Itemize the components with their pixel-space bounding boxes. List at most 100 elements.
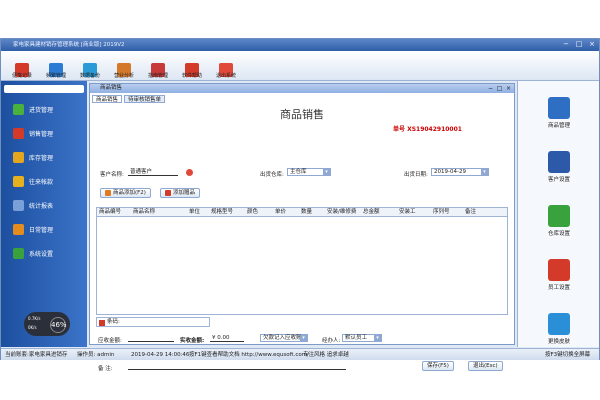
- nav-icon: [13, 127, 24, 139]
- window-title: 家电家具建材销存管理系统 [商业版] 2019V2: [13, 42, 125, 48]
- grid-header: 商品编号 商品名称 单位 规格型号 颜色 单价 数量 安装/维修费 总金额 安装工 序列号 备注: [97, 208, 507, 217]
- remark-label: 备 注:: [98, 366, 113, 372]
- restore-icon[interactable]: □: [496, 84, 503, 93]
- nav-item-1[interactable]: 销售管理: [1, 121, 87, 145]
- product-grid[interactable]: 商品编号 商品名称 单位 规格型号 颜色 单价 数量 安装/维修费 总金额 安装工 序列号 备注: [96, 207, 508, 315]
- nav-label: 往来帐款: [29, 178, 54, 186]
- form-title: 商品销售: [280, 108, 324, 121]
- shortcut-label: 员工设置: [547, 285, 570, 291]
- column-header[interactable]: 数量: [301, 208, 312, 217]
- app-window: 家电家具建材销存管理系统 [商业版] 2019V2 − □ × 便笺记录 频繁管理…: [0, 38, 600, 372]
- nav-label: 系统设置: [29, 250, 54, 258]
- nav-item-5[interactable]: 日常管理: [1, 217, 87, 241]
- network-gauge: 0.7K/s 0K/s 46%: [24, 312, 70, 336]
- document-number: 单号 XS19042910001: [393, 126, 462, 133]
- download-speed: 0K/s: [28, 325, 37, 330]
- toolbar-label: 频繁管理: [45, 73, 66, 79]
- shortcut-4[interactable]: 更换皮肤: [542, 313, 576, 345]
- save-button[interactable]: 保存(F5): [422, 361, 454, 371]
- column-header[interactable]: 安装工: [399, 208, 416, 217]
- warehouse-value: 主仓库: [290, 169, 307, 175]
- subwindow-title: 商品销售: [100, 85, 123, 91]
- title-bar: 家电家具建材销存管理系统 [商业版] 2019V2 − □ ×: [1, 39, 599, 51]
- toolbar-label: 便笺记录: [11, 73, 32, 79]
- minimize-icon[interactable]: −: [487, 84, 494, 93]
- toolbar-button-4[interactable]: 指南管理: [143, 51, 173, 81]
- customer-field[interactable]: 普通客户: [128, 169, 178, 176]
- tab-pending-review[interactable]: 待审核销售单: [124, 95, 166, 103]
- nav-label: 销售管理: [29, 130, 54, 138]
- column-header[interactable]: 安装/维修费: [327, 208, 356, 217]
- toolbar: 便笺记录 频繁管理 数据备份 营业分析 指南管理 软件帮助 退出系统: [1, 51, 599, 81]
- nav-item-0[interactable]: 进货管理: [1, 97, 87, 121]
- column-header[interactable]: 商品编号: [99, 208, 121, 217]
- column-header[interactable]: 总金额: [363, 208, 380, 217]
- shortcut-label: 仓库设置: [547, 231, 570, 237]
- paid-value[interactable]: ¥ 0.00: [210, 335, 244, 342]
- close-icon[interactable]: ×: [505, 84, 512, 93]
- gift-icon: [165, 190, 171, 196]
- date-picker[interactable]: 2019-04-29 ▾: [431, 168, 489, 176]
- toolbar-label: 退出系统: [215, 73, 236, 79]
- nav-icon: [13, 223, 24, 235]
- handler-label: 经办人:: [322, 338, 341, 344]
- warehouse-select[interactable]: 主仓库 ▾: [287, 168, 331, 176]
- column-header[interactable]: 规格型号: [211, 208, 233, 217]
- column-header[interactable]: 序列号: [433, 208, 450, 217]
- customer-lookup-icon[interactable]: [186, 169, 193, 176]
- shortcut-3[interactable]: 员工设置: [542, 259, 576, 291]
- tab-sales[interactable]: 商品销售: [92, 95, 123, 103]
- payment-value: 欠款记入应收账: [263, 335, 302, 341]
- shortcut-icon: [548, 97, 570, 119]
- nav-label: 库存管理: [29, 154, 54, 162]
- add-product-label: 商品添加(F2): [113, 189, 146, 196]
- column-header[interactable]: 备注: [465, 208, 476, 217]
- upload-speed: 0.7K/s: [28, 316, 41, 321]
- nav-icon: [13, 103, 24, 115]
- add-gift-button[interactable]: 添加赠品: [160, 188, 201, 198]
- barcode-input[interactable]: 条码:: [96, 317, 210, 327]
- toolbar-button-6[interactable]: 退出系统: [211, 51, 241, 81]
- nav-item-6[interactable]: 系统设置: [1, 241, 87, 265]
- status-fullscreen: 按F3键切换全屏幕: [545, 352, 591, 358]
- nav-item-4[interactable]: 统计报表: [1, 193, 87, 217]
- maximize-icon[interactable]: □: [574, 40, 584, 49]
- chevron-down-icon: ▾: [323, 169, 330, 175]
- status-bar: 当前账套:家电家具进销存 操作员: admin 2019-04-29 14:00…: [1, 348, 599, 360]
- exit-button[interactable]: 退出(Esc): [468, 361, 503, 371]
- left-nav: 进货管理销售管理库存管理往来帐款统计报表日常管理系统设置: [1, 81, 87, 347]
- shortcut-icon: [548, 205, 570, 227]
- status-operator: 操作员: admin: [77, 352, 115, 358]
- column-header[interactable]: 颜色: [247, 208, 258, 217]
- date-label: 出货日期:: [404, 172, 428, 178]
- toolbar-button-5[interactable]: 软件帮助: [177, 51, 207, 81]
- shortcut-label: 客户设置: [547, 177, 570, 183]
- toolbar-button-1[interactable]: 频繁管理: [41, 51, 71, 81]
- nav-item-3[interactable]: 往来帐款: [1, 169, 87, 193]
- nav-item-2[interactable]: 库存管理: [1, 145, 87, 169]
- toolbar-button-0[interactable]: 便笺记录: [7, 51, 37, 81]
- gauge-value: 46%: [50, 317, 67, 333]
- status-time: 2019-04-29 14:00:46: [131, 352, 190, 358]
- remark-field[interactable]: [128, 363, 346, 370]
- nav-label: 统计报表: [29, 202, 54, 210]
- shortcut-2[interactable]: 仓库设置: [542, 205, 576, 237]
- shortcut-0[interactable]: 商品管理: [542, 97, 576, 129]
- column-header[interactable]: 单位: [189, 208, 200, 217]
- toolbar-button-2[interactable]: 数据备份: [75, 51, 105, 81]
- minimize-icon[interactable]: −: [561, 40, 571, 49]
- column-header[interactable]: 单价: [275, 208, 286, 217]
- nav-label: 进货管理: [29, 106, 54, 114]
- chevron-down-icon: ▾: [300, 335, 307, 341]
- add-product-button[interactable]: 商品添加(F2): [100, 188, 151, 198]
- shortcut-1[interactable]: 客户设置: [542, 151, 576, 183]
- shortcut-label: 商品管理: [547, 123, 570, 129]
- payment-select[interactable]: 欠款记入应收账 ▾: [260, 334, 308, 342]
- gauge-number: 46: [51, 321, 60, 329]
- handler-select[interactable]: 默认员工 ▾: [342, 334, 382, 342]
- toolbar-button-3[interactable]: 营业分析: [109, 51, 139, 81]
- column-header[interactable]: 商品名称: [133, 208, 155, 217]
- barcode-label: 条码:: [107, 319, 120, 325]
- close-icon[interactable]: ×: [587, 40, 597, 49]
- status-help[interactable]: 按F1键查看帮助文档 http://www.equsoft.com/: [189, 349, 309, 361]
